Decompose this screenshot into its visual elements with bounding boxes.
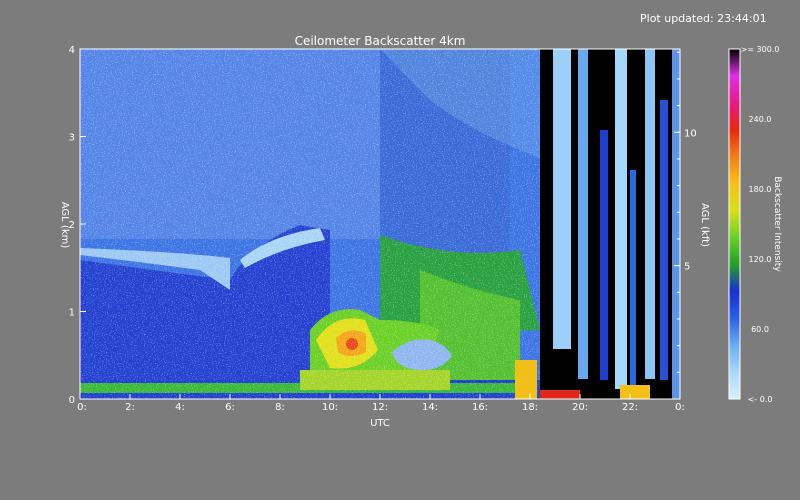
y-tick-label: 3: [69, 133, 75, 144]
y-axis-label-right: AGL (kft): [699, 203, 710, 247]
colorbar-tick-label: 240.0: [749, 115, 772, 124]
chart-title: Ceilometer Backscatter 4km: [295, 34, 466, 48]
x-tick-label: 2:: [125, 402, 135, 413]
x-axis-label: UTC: [370, 418, 390, 429]
x-tick-label: 0:: [675, 402, 685, 413]
x-tick-label: 16:: [472, 402, 488, 413]
x-tick-label: 10:: [322, 402, 338, 413]
y2-tick-label: 10: [684, 128, 697, 139]
x-tick-label: 22:: [622, 402, 638, 413]
colorbar-tick-label: <- 0.0: [748, 395, 773, 404]
x-tick-label: 4:: [175, 402, 185, 413]
y-tick-label: 0: [69, 395, 75, 406]
y2-tick-label: 5: [684, 262, 690, 273]
colorbar-tick-label: 60.0: [751, 325, 769, 334]
colorbar: [728, 48, 741, 400]
x-tick-label: 20:: [572, 402, 588, 413]
x-tick-label: 12:: [372, 402, 388, 413]
ceilometer-chart: Ceilometer Backscatter 4km 0:2:4:6:8: [59, 34, 782, 429]
y-tick-label: 1: [69, 308, 75, 319]
colorbar-tick-label: >= 300.0: [741, 45, 780, 54]
y-tick-label: 4: [69, 45, 75, 56]
x-tick-label: 6:: [225, 402, 235, 413]
y-axis-label-left: AGL (km): [59, 202, 70, 249]
colorbar-label: Backscatter Intensity: [772, 176, 782, 272]
colorbar-tick-label: 180.0: [749, 185, 772, 194]
colorbar-tick-label: 120.0: [749, 255, 772, 264]
x-tick-label: 0:: [77, 402, 87, 413]
x-tick-label: 14:: [422, 402, 438, 413]
backscatter-heatmap: [80, 49, 680, 399]
x-tick-label: 18:: [522, 402, 538, 413]
x-tick-label: 8:: [275, 402, 285, 413]
